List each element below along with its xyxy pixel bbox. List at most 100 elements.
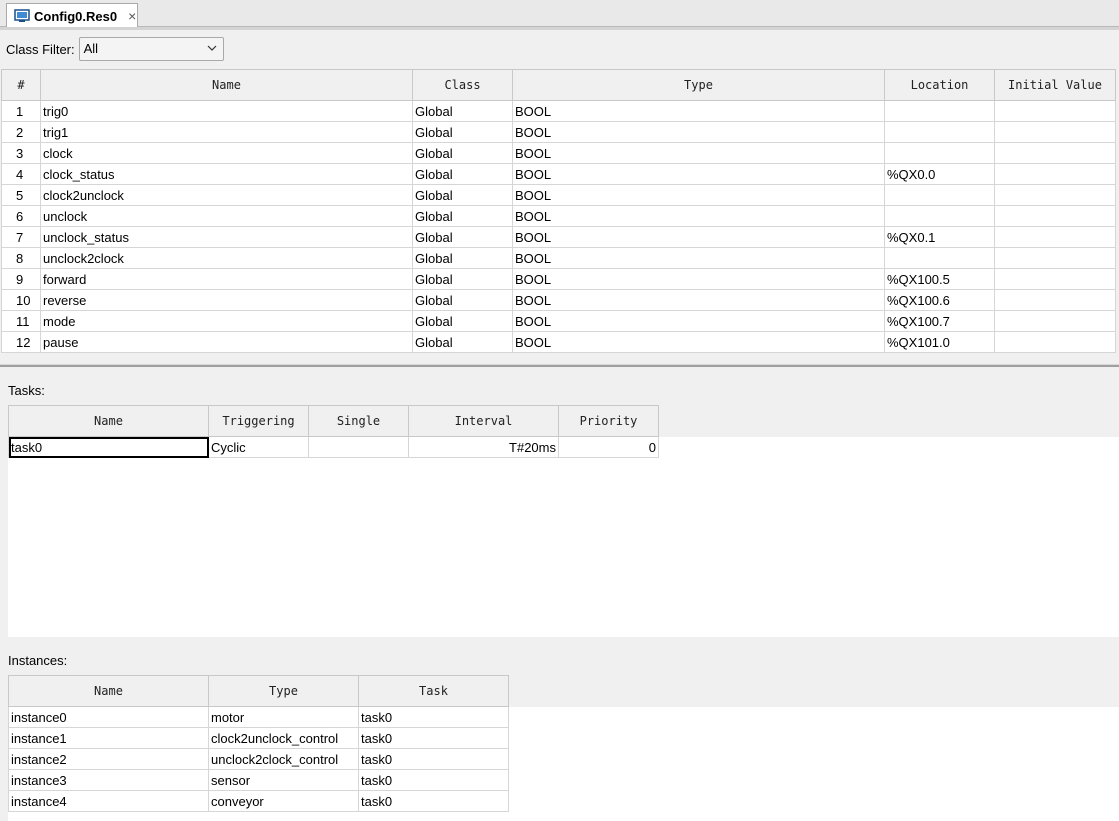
cell-class[interactable]: Global: [412, 331, 513, 353]
cell-initial-value[interactable]: [994, 331, 1116, 353]
cell-initial-value[interactable]: [994, 184, 1116, 206]
cell-location[interactable]: %QX100.7: [884, 310, 995, 332]
cell-instance-name[interactable]: instance0: [8, 706, 209, 728]
column-header-name[interactable]: Name: [8, 405, 209, 437]
cell-location[interactable]: %QX100.6: [884, 289, 995, 311]
column-header-type[interactable]: Type: [208, 675, 359, 707]
cell-instance-task[interactable]: task0: [358, 706, 509, 728]
cell-single[interactable]: [308, 436, 409, 458]
cell-location[interactable]: %QX0.0: [884, 163, 995, 185]
cell-task-name[interactable]: task0: [8, 436, 209, 458]
cell-location[interactable]: [884, 100, 995, 122]
table-row[interactable]: instance0 motor task0: [8, 706, 509, 728]
cell-instance-name[interactable]: instance4: [8, 790, 209, 812]
column-header-task[interactable]: Task: [358, 675, 509, 707]
column-header-initial-value[interactable]: Initial Value: [994, 69, 1116, 101]
cell-class[interactable]: Global: [412, 142, 513, 164]
cell-type[interactable]: BOOL: [512, 331, 885, 353]
table-row[interactable]: 4 clock_status Global BOOL %QX0.0: [1, 163, 1116, 185]
cell-type[interactable]: BOOL: [512, 121, 885, 143]
cell-name[interactable]: trig1: [40, 121, 413, 143]
column-header-type[interactable]: Type: [512, 69, 885, 101]
cell-type[interactable]: BOOL: [512, 268, 885, 290]
cell-instance-type[interactable]: sensor: [208, 769, 359, 791]
column-header-name[interactable]: Name: [8, 675, 209, 707]
table-row[interactable]: 1 trig0 Global BOOL: [1, 100, 1116, 122]
cell-class[interactable]: Global: [412, 205, 513, 227]
column-header-priority[interactable]: Priority: [558, 405, 659, 437]
cell-location[interactable]: %QX101.0: [884, 331, 995, 353]
cell-type[interactable]: BOOL: [512, 205, 885, 227]
cell-instance-type[interactable]: conveyor: [208, 790, 359, 812]
cell-instance-task[interactable]: task0: [358, 769, 509, 791]
cell-class[interactable]: Global: [412, 268, 513, 290]
cell-location[interactable]: [884, 184, 995, 206]
class-filter-select[interactable]: All: [78, 37, 224, 61]
cell-name[interactable]: clock_status: [40, 163, 413, 185]
table-row[interactable]: 2 trig1 Global BOOL: [1, 121, 1116, 143]
cell-priority[interactable]: 0: [558, 436, 659, 458]
cell-location[interactable]: [884, 205, 995, 227]
cell-type[interactable]: BOOL: [512, 310, 885, 332]
cell-class[interactable]: Global: [412, 247, 513, 269]
cell-name[interactable]: unclock_status: [40, 226, 413, 248]
cell-instance-task[interactable]: task0: [358, 727, 509, 749]
tab-config0-res0[interactable]: Config0.Res0 ×: [6, 3, 138, 28]
cell-type[interactable]: BOOL: [512, 226, 885, 248]
cell-name[interactable]: trig0: [40, 100, 413, 122]
table-row[interactable]: 3 clock Global BOOL: [1, 142, 1116, 164]
cell-initial-value[interactable]: [994, 100, 1116, 122]
cell-type[interactable]: BOOL: [512, 100, 885, 122]
cell-initial-value[interactable]: [994, 268, 1116, 290]
close-icon[interactable]: ×: [128, 9, 136, 23]
cell-instance-task[interactable]: task0: [358, 748, 509, 770]
cell-class[interactable]: Global: [412, 121, 513, 143]
cell-type[interactable]: BOOL: [512, 142, 885, 164]
cell-location[interactable]: [884, 142, 995, 164]
cell-initial-value[interactable]: [994, 226, 1116, 248]
cell-instance-type[interactable]: motor: [208, 706, 359, 728]
cell-initial-value[interactable]: [994, 142, 1116, 164]
table-row[interactable]: instance3 sensor task0: [8, 769, 509, 791]
cell-instance-task[interactable]: task0: [358, 790, 509, 812]
cell-instance-name[interactable]: instance3: [8, 769, 209, 791]
table-row[interactable]: 12 pause Global BOOL %QX101.0: [1, 331, 1116, 353]
table-row[interactable]: 8 unclock2clock Global BOOL: [1, 247, 1116, 269]
cell-instance-name[interactable]: instance2: [8, 748, 209, 770]
cell-interval[interactable]: T#20ms: [408, 436, 559, 458]
cell-name[interactable]: reverse: [40, 289, 413, 311]
table-row[interactable]: 11 mode Global BOOL %QX100.7: [1, 310, 1116, 332]
cell-class[interactable]: Global: [412, 289, 513, 311]
cell-location[interactable]: %QX0.1: [884, 226, 995, 248]
cell-name[interactable]: clock: [40, 142, 413, 164]
cell-initial-value[interactable]: [994, 205, 1116, 227]
cell-instance-type[interactable]: clock2unclock_control: [208, 727, 359, 749]
table-row[interactable]: instance2 unclock2clock_control task0: [8, 748, 509, 770]
cell-initial-value[interactable]: [994, 310, 1116, 332]
column-header-single[interactable]: Single: [308, 405, 409, 437]
column-header-name[interactable]: Name: [40, 69, 413, 101]
cell-name[interactable]: pause: [40, 331, 413, 353]
table-row[interactable]: 6 unclock Global BOOL: [1, 205, 1116, 227]
cell-location[interactable]: [884, 121, 995, 143]
cell-instance-type[interactable]: unclock2clock_control: [208, 748, 359, 770]
cell-initial-value[interactable]: [994, 121, 1116, 143]
column-header-interval[interactable]: Interval: [408, 405, 559, 437]
column-header-number[interactable]: #: [1, 69, 41, 101]
cell-class[interactable]: Global: [412, 226, 513, 248]
cell-type[interactable]: BOOL: [512, 184, 885, 206]
cell-name[interactable]: mode: [40, 310, 413, 332]
cell-initial-value[interactable]: [994, 247, 1116, 269]
table-row[interactable]: instance1 clock2unclock_control task0: [8, 727, 509, 749]
table-row[interactable]: task0 Cyclic T#20ms 0: [8, 436, 659, 458]
cell-name[interactable]: unclock2clock: [40, 247, 413, 269]
column-header-triggering[interactable]: Triggering: [208, 405, 309, 437]
table-row[interactable]: instance4 conveyor task0: [8, 790, 509, 812]
cell-type[interactable]: BOOL: [512, 247, 885, 269]
column-header-class[interactable]: Class: [412, 69, 513, 101]
cell-initial-value[interactable]: [994, 163, 1116, 185]
cell-name[interactable]: unclock: [40, 205, 413, 227]
table-row[interactable]: 10 reverse Global BOOL %QX100.6: [1, 289, 1116, 311]
cell-class[interactable]: Global: [412, 310, 513, 332]
cell-location[interactable]: %QX100.5: [884, 268, 995, 290]
